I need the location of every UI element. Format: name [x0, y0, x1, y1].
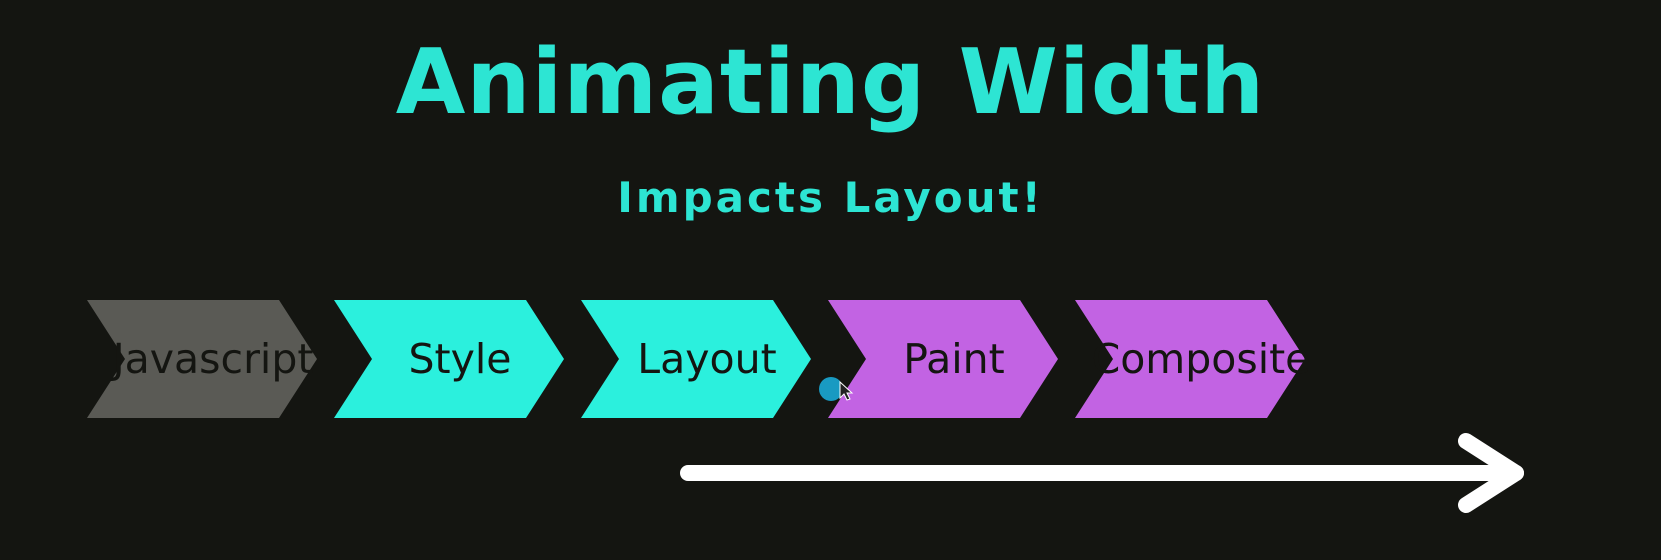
- stage-label-paint: Paint: [903, 335, 1004, 383]
- pipeline-stages: Javascript Style Layout Paint Composite: [87, 300, 1310, 418]
- stage-label-layout: Layout: [637, 335, 776, 383]
- stage-label-composite: Composite: [1092, 335, 1311, 383]
- stage-label-javascript: Javascript: [110, 335, 314, 383]
- flow-arrow: [680, 433, 1524, 513]
- mouse-cursor-icon: [819, 377, 854, 401]
- stage-label-style: Style: [409, 335, 512, 383]
- render-pipeline-diagram: Javascript Style Layout Paint Composite: [87, 300, 1524, 513]
- cursor-highlight: [819, 377, 843, 401]
